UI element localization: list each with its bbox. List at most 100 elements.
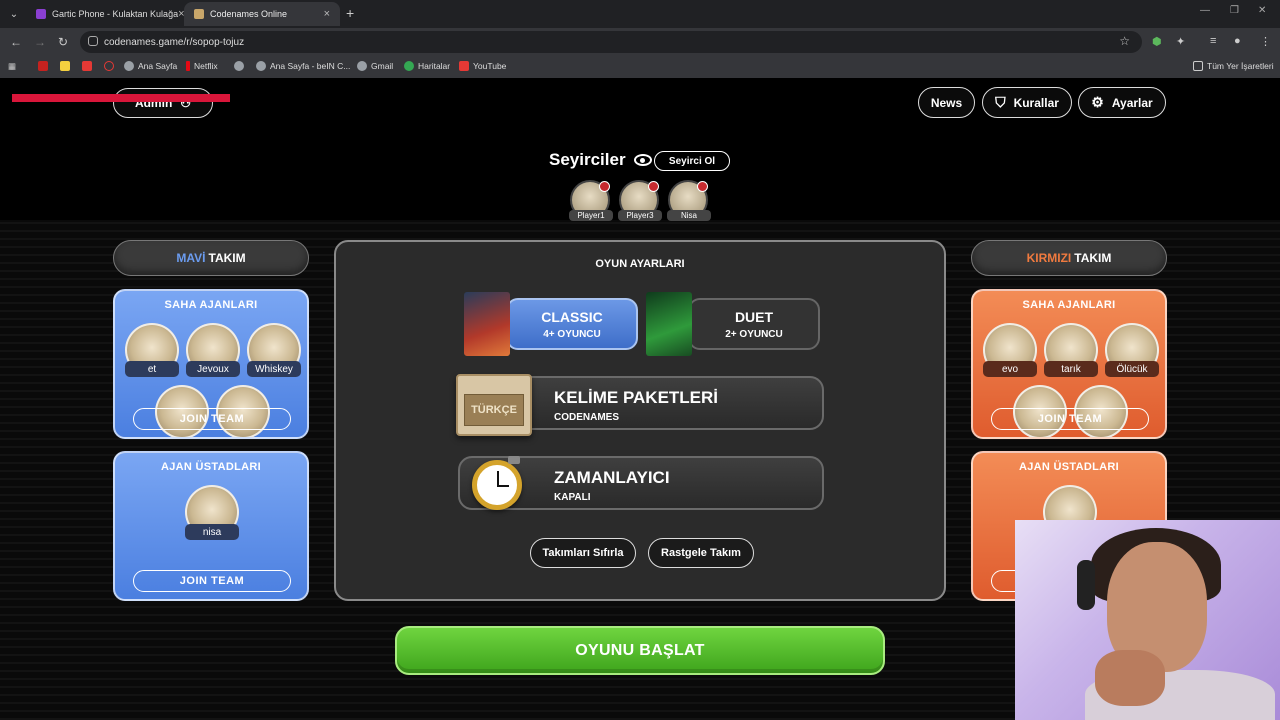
red-operatives-card: SAHA AJANLARI evo tarık Ölücük JOIN TEAM xyxy=(971,289,1167,439)
all-bookmarks[interactable]: Tüm Yer İşaretleri xyxy=(1193,61,1274,71)
game-settings-title: OYUN AYARLARI xyxy=(595,258,685,270)
close-tab-icon[interactable]: × xyxy=(324,8,330,20)
remove-badge-icon[interactable] xyxy=(599,181,610,192)
close-window-icon[interactable]: ✕ xyxy=(1258,5,1266,16)
folder-icon xyxy=(1193,61,1203,71)
bookmark-globe[interactable] xyxy=(234,61,244,71)
minimize-icon[interactable]: — xyxy=(1200,5,1210,16)
new-tab-icon[interactable]: + xyxy=(346,5,354,21)
timer-button[interactable]: ZAMANLAYICI KAPALI xyxy=(458,456,824,510)
bookmark-bein[interactable]: Ana Sayfa - beIN C... xyxy=(256,61,350,71)
bookmark-ana-sayfa[interactable]: Ana Sayfa xyxy=(124,61,177,71)
site-info-icon[interactable] xyxy=(88,36,98,46)
player-name: Jevoux xyxy=(186,361,240,377)
mode-players: 2+ OYUNCU xyxy=(725,328,783,340)
blue-team-word: TAKIM xyxy=(208,251,246,265)
browser-toolbar: ← → ↻ codenames.game/r/sopop-tojuz ☆ ⬢ ✦… xyxy=(0,28,1280,56)
forward-icon[interactable]: → xyxy=(34,35,46,49)
media-icon[interactable]: ≡ xyxy=(1210,35,1216,47)
classic-box-art xyxy=(464,292,510,356)
spectator-nisa: Nisa xyxy=(667,180,711,221)
word-packs-title: KELİME PAKETLERİ xyxy=(554,388,719,407)
bookmark-youtube[interactable]: YouTube xyxy=(459,61,506,71)
tab-title: Gartic Phone - Kulaktan Kulağa xyxy=(52,9,179,19)
codenames-favicon-icon xyxy=(194,9,204,19)
maps-pin-icon xyxy=(404,61,414,71)
bookmark-gmail[interactable]: Gmail xyxy=(357,61,393,71)
opera-icon[interactable] xyxy=(104,61,114,71)
classic-mode-button[interactable]: CLASSIC 4+ OYUNCU xyxy=(506,298,638,350)
globe-icon xyxy=(357,61,367,71)
eye-icon xyxy=(633,154,652,166)
mode-players: 4+ OYUNCU xyxy=(543,328,601,340)
timer-title: ZAMANLAYICI xyxy=(554,468,670,487)
browser-tab-strip: ⌄ Gartic Phone - Kulaktan Kulağa × Coden… xyxy=(0,0,1280,28)
remove-badge-icon[interactable] xyxy=(648,181,659,192)
tab-gartic-phone[interactable]: Gartic Phone - Kulaktan Kulağa × xyxy=(26,2,185,26)
bookmark-netflix[interactable]: Netflix xyxy=(186,61,218,71)
start-game-button[interactable]: OYUNU BAŞLAT xyxy=(395,626,885,675)
become-spectator-button[interactable]: Seyirci Ol xyxy=(654,151,730,171)
blue-operatives-card: SAHA AJANLARI et Jevoux Whiskey JOIN TEA… xyxy=(113,289,309,439)
gmail-bookmark-icon[interactable] xyxy=(38,61,48,71)
red-operatives-join-button[interactable]: JOIN TEAM xyxy=(991,408,1149,430)
bookmark-star-icon[interactable]: ☆ xyxy=(1119,34,1130,48)
word-pack-box: TÜRKÇE xyxy=(456,374,532,436)
operatives-title: SAHA AJANLARI xyxy=(164,299,258,311)
player-name: evo xyxy=(983,361,1037,377)
spectators-title: Seyirciler xyxy=(549,150,652,170)
bookmark-icon: ⛉ xyxy=(995,94,1006,110)
rules-button[interactable]: ⛉ Kurallar xyxy=(982,87,1072,118)
blue-operatives-join-button[interactable]: JOIN TEAM xyxy=(133,408,291,430)
bookmark-haritalar[interactable]: Haritalar xyxy=(404,61,450,71)
tab-codenames[interactable]: Codenames Online × xyxy=(184,2,340,26)
tab-search-icon[interactable]: ⌄ xyxy=(6,6,22,22)
back-icon[interactable]: ← xyxy=(10,35,22,49)
duet-mode-button[interactable]: DUET 2+ OYUNCU xyxy=(688,298,820,350)
player-name: Ölücük xyxy=(1105,361,1159,377)
player-name: tarık xyxy=(1044,361,1098,377)
random-teams-button[interactable]: Rastgele Takım xyxy=(648,538,754,568)
spectator-name: Nisa xyxy=(667,210,711,221)
settings-label: Ayarlar xyxy=(1111,95,1153,110)
spectator-player3: Player3 xyxy=(618,180,662,221)
address-bar[interactable]: codenames.game/r/sopop-tojuz ☆ xyxy=(80,31,1142,53)
youtube-small-icon[interactable] xyxy=(82,61,92,71)
spectator-name: Player3 xyxy=(618,210,662,221)
shield-extension-icon[interactable]: ⬢ xyxy=(1152,35,1162,48)
reset-teams-button[interactable]: Takımları Sıfırla xyxy=(530,538,636,568)
blue-team-color-word: MAVİ xyxy=(176,251,206,265)
overlay-banner xyxy=(12,94,230,102)
player-name: nisa xyxy=(185,524,239,540)
spymasters-title: AJAN ÜSTADLARI xyxy=(161,461,261,473)
news-label: News xyxy=(930,95,963,110)
restore-icon[interactable]: ❐ xyxy=(1230,5,1239,16)
remove-badge-icon[interactable] xyxy=(697,181,708,192)
pack-language-label: TÜRKÇE xyxy=(464,394,524,426)
blue-spymasters-card: AJAN ÜSTADLARI nisa JOIN TEAM xyxy=(113,451,309,601)
bookmarks-bar: ▦ Ana Sayfa Netflix Ana Sayfa - beIN C..… xyxy=(0,56,1280,78)
extensions-icon[interactable]: ✦ xyxy=(1176,35,1185,48)
blue-team-header: MAVİ TAKIM xyxy=(113,240,309,276)
apps-icon[interactable]: ▦ xyxy=(8,61,16,72)
word-packs-value: CODENAMES xyxy=(554,412,620,423)
news-button[interactable]: News xyxy=(918,87,975,118)
globe-icon xyxy=(234,61,244,71)
red-team-color-word: KIRMIZI xyxy=(1026,251,1072,265)
bookmark-yellow-icon[interactable] xyxy=(60,61,70,71)
mode-name: CLASSIC xyxy=(541,308,603,325)
globe-icon xyxy=(256,61,266,71)
word-packs-button[interactable]: TÜRKÇE KELİME PAKETLERİ CODENAMES xyxy=(456,374,824,436)
profile-icon[interactable]: ● xyxy=(1234,35,1241,47)
spectator-name: Player1 xyxy=(569,210,613,221)
reload-icon[interactable]: ↻ xyxy=(58,35,68,49)
game-settings-panel: OYUN AYARLARI CLASSIC 4+ OYUNCU DUET 2+ … xyxy=(334,240,946,601)
admin-button[interactable]: Admin ⚇ xyxy=(113,88,213,118)
blue-spymasters-join-button[interactable]: JOIN TEAM xyxy=(133,570,291,592)
settings-button[interactable]: ⚙ Ayarlar xyxy=(1078,87,1166,118)
webcam-overlay xyxy=(1015,520,1280,720)
netflix-icon xyxy=(186,61,190,71)
menu-icon[interactable]: ⋮ xyxy=(1260,35,1271,48)
rules-label: Kurallar xyxy=(1013,95,1059,110)
player-name: Whiskey xyxy=(247,361,301,377)
